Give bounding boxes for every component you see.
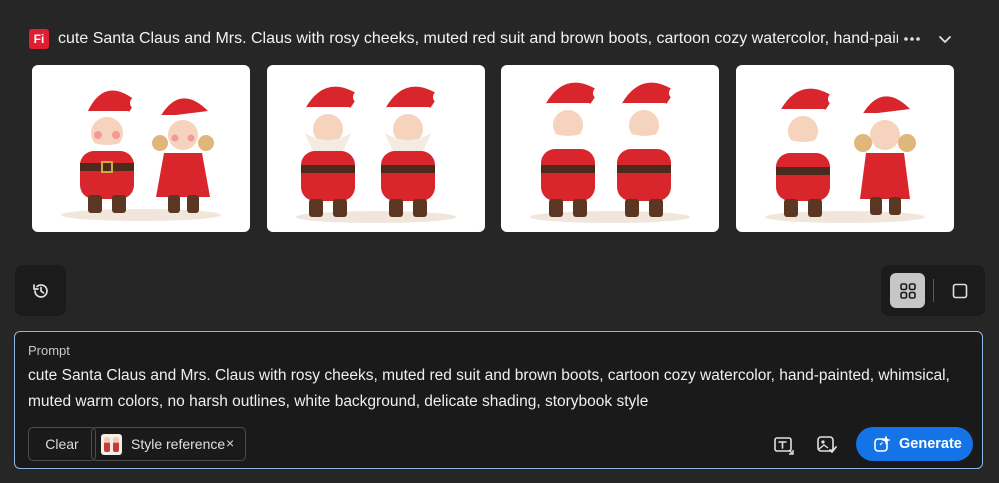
style-reference-label: Style reference [131,436,226,452]
santa-and-mrs-claus-image [61,90,221,221]
single-view-icon [952,283,967,298]
generate-label: Generate [899,436,962,452]
generate-button[interactable]: Generate [856,427,973,461]
result-thumbnail-3[interactable] [501,65,719,232]
generation-header: Fi cute Santa Claus and Mrs. Claus with … [29,27,969,51]
prompt-label: Prompt [28,343,70,358]
single-view-button[interactable] [942,273,977,308]
toggle-divider [933,279,934,302]
view-layout-toggle [881,265,985,316]
text-effects-button[interactable] [772,433,796,457]
firefly-logo: Fi [29,29,49,49]
grid-view-button[interactable] [890,273,925,308]
history-button[interactable] [15,265,66,316]
firefly-generation-page: Fi cute Santa Claus and Mrs. Claus with … [0,0,999,483]
history-icon [32,283,48,298]
more-horizontal-icon [904,37,920,41]
two-santas-image [530,82,690,223]
more-options-button[interactable] [901,28,923,50]
image-check-icon [817,436,837,453]
result-thumbnail-1[interactable] [32,65,250,232]
text-image-icon [774,437,794,455]
prompt-panel[interactable]: Prompt cute Santa Claus and Mrs. Claus w… [14,331,983,469]
grid-view-icon [899,282,916,299]
style-reference-chip[interactable]: Style reference × [91,427,246,461]
chevron-down-icon [939,36,951,43]
prompt-input[interactable]: cute Santa Claus and Mrs. Claus with ros… [28,363,963,415]
two-santas-image [296,86,456,223]
collapse-button[interactable] [934,28,956,50]
remove-style-reference-button[interactable]: × [226,435,234,451]
generation-title: cute Santa Claus and Mrs. Claus with ros… [58,30,898,47]
generate-sparkle-icon [874,435,891,452]
result-thumbnail-2[interactable] [267,65,485,232]
result-thumbnail-4[interactable] [736,65,954,232]
image-style-button[interactable] [815,433,839,457]
santa-and-mrs-claus-image [765,88,925,223]
clear-button[interactable]: Clear [28,427,96,461]
style-reference-thumbnail [101,434,122,455]
